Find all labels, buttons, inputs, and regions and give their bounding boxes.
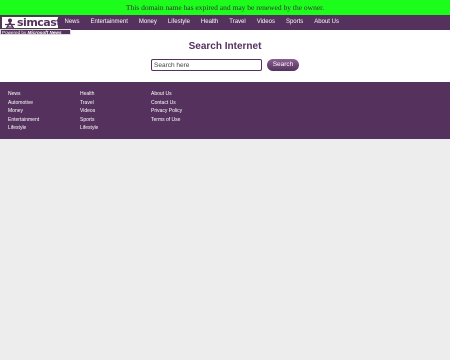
- search-button[interactable]: Search: [267, 59, 299, 71]
- nav-item-money[interactable]: Money: [133, 15, 162, 30]
- nav-item-videos[interactable]: Videos: [251, 15, 280, 30]
- footer-link-entertainment[interactable]: Entertainment: [8, 116, 39, 125]
- footer-link-health[interactable]: Health: [80, 90, 98, 99]
- footer-column-1: News Automotive Money Entertainment Life…: [8, 90, 39, 133]
- footer-link-videos[interactable]: Videos: [80, 107, 98, 116]
- nav-item-news[interactable]: News: [59, 15, 85, 30]
- footer-link-about-us[interactable]: About Us: [151, 90, 182, 99]
- nav-item-entertainment[interactable]: Entertainment: [85, 15, 133, 30]
- main-menu: News Entertainment Money Lifestyle Healt…: [59, 15, 344, 30]
- footer-column-3: About Us Contact Us Privacy Policy Terms…: [151, 90, 182, 124]
- powered-by-badge: Powered by Microsoft News: [0, 29, 71, 35]
- expired-domain-banner: This domain name has expired and may be …: [0, 0, 450, 15]
- page-title: Search Internet: [188, 41, 262, 52]
- footer: News Automotive Money Entertainment Life…: [0, 82, 450, 139]
- footer-link-news[interactable]: News: [8, 90, 39, 99]
- footer-link-lifestyle-2[interactable]: Lifestyle: [80, 124, 98, 133]
- nav-item-travel[interactable]: Travel: [224, 15, 251, 30]
- search-section: Search Internet Search: [0, 30, 450, 82]
- powered-prefix: Powered by: [2, 30, 27, 35]
- footer-link-sports[interactable]: Sports: [80, 116, 98, 125]
- top-nav: simcast News Entertainment Money Lifesty…: [0, 15, 450, 30]
- footer-link-money[interactable]: Money: [8, 107, 39, 116]
- powered-brand: Microsoft News: [27, 30, 62, 35]
- search-input[interactable]: [151, 59, 262, 71]
- footer-link-privacy-policy[interactable]: Privacy Policy: [151, 107, 182, 116]
- footer-link-automotive[interactable]: Automotive: [8, 99, 39, 108]
- footer-link-lifestyle[interactable]: Lifestyle: [8, 124, 39, 133]
- banner-text: This domain name has expired and may be …: [125, 3, 325, 12]
- footer-column-2: Health Travel Videos Sports Lifestyle: [80, 90, 98, 133]
- site-logo[interactable]: simcast: [1, 16, 62, 29]
- nav-item-health[interactable]: Health: [195, 15, 223, 30]
- nav-item-lifestyle[interactable]: Lifestyle: [162, 15, 195, 30]
- nav-item-sports[interactable]: Sports: [280, 15, 308, 30]
- nav-item-about-us[interactable]: About Us: [309, 15, 345, 30]
- logo-icon: [5, 18, 15, 29]
- footer-link-travel[interactable]: Travel: [80, 99, 98, 108]
- footer-link-terms-of-use[interactable]: Terms of Use: [151, 116, 182, 125]
- footer-link-contact-us[interactable]: Contact Us: [151, 99, 182, 108]
- logo-text: simcast: [17, 16, 62, 29]
